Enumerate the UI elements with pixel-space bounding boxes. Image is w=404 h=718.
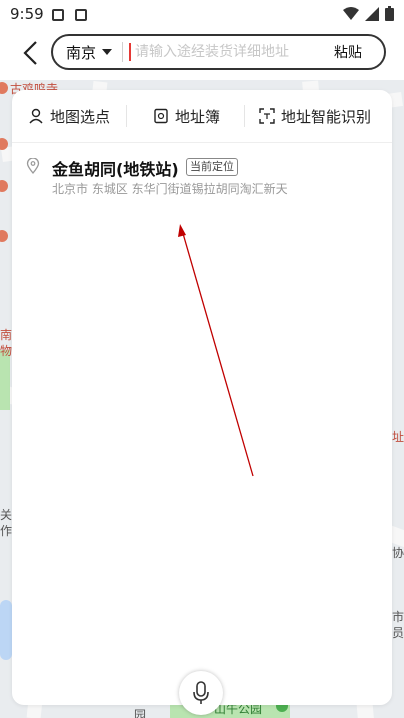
- map-label: 市: [392, 610, 404, 624]
- city-label: 南京: [66, 43, 97, 62]
- search-box: 南京 粘贴: [51, 34, 386, 70]
- paste-button[interactable]: 粘贴: [334, 42, 362, 62]
- map-poi-icon: [0, 82, 8, 94]
- map-poi-icon: [0, 230, 8, 242]
- microphone-icon: [193, 681, 209, 704]
- header: 南京 粘贴: [0, 30, 404, 80]
- annotation-arrow: [178, 224, 254, 477]
- gallery-notification-icon: [52, 9, 64, 21]
- chevron-down-icon: [102, 49, 113, 55]
- map-label: 作: [0, 524, 13, 538]
- back-arrow-icon[interactable]: [18, 38, 44, 68]
- map-poi-icon: [0, 180, 8, 192]
- map-label: 关: [0, 508, 13, 522]
- status-time: 9:59: [10, 5, 44, 23]
- text-cursor: [129, 43, 132, 61]
- wifi-icon: [343, 6, 359, 20]
- battery-icon: [385, 6, 394, 21]
- map-label: 物: [0, 344, 13, 358]
- divider: [122, 42, 124, 62]
- address-search-input[interactable]: [133, 43, 318, 61]
- address-panel: 地图选点 地址簿 地址智能识别 金鱼胡同(地铁站) 当前定位 北京市 东城区 东…: [12, 90, 392, 705]
- map-label: 址: [392, 430, 404, 444]
- signal-icon: [365, 6, 379, 21]
- map-label: 协: [392, 546, 404, 560]
- status-bar: 9:59: [0, 0, 404, 30]
- app-notification-icon: [75, 9, 87, 21]
- map-label: 园: [134, 708, 147, 718]
- map-label: 南: [0, 328, 13, 342]
- city-selector[interactable]: 南京: [53, 42, 113, 63]
- map-label: 员: [392, 626, 404, 640]
- voice-input-button[interactable]: [179, 671, 223, 715]
